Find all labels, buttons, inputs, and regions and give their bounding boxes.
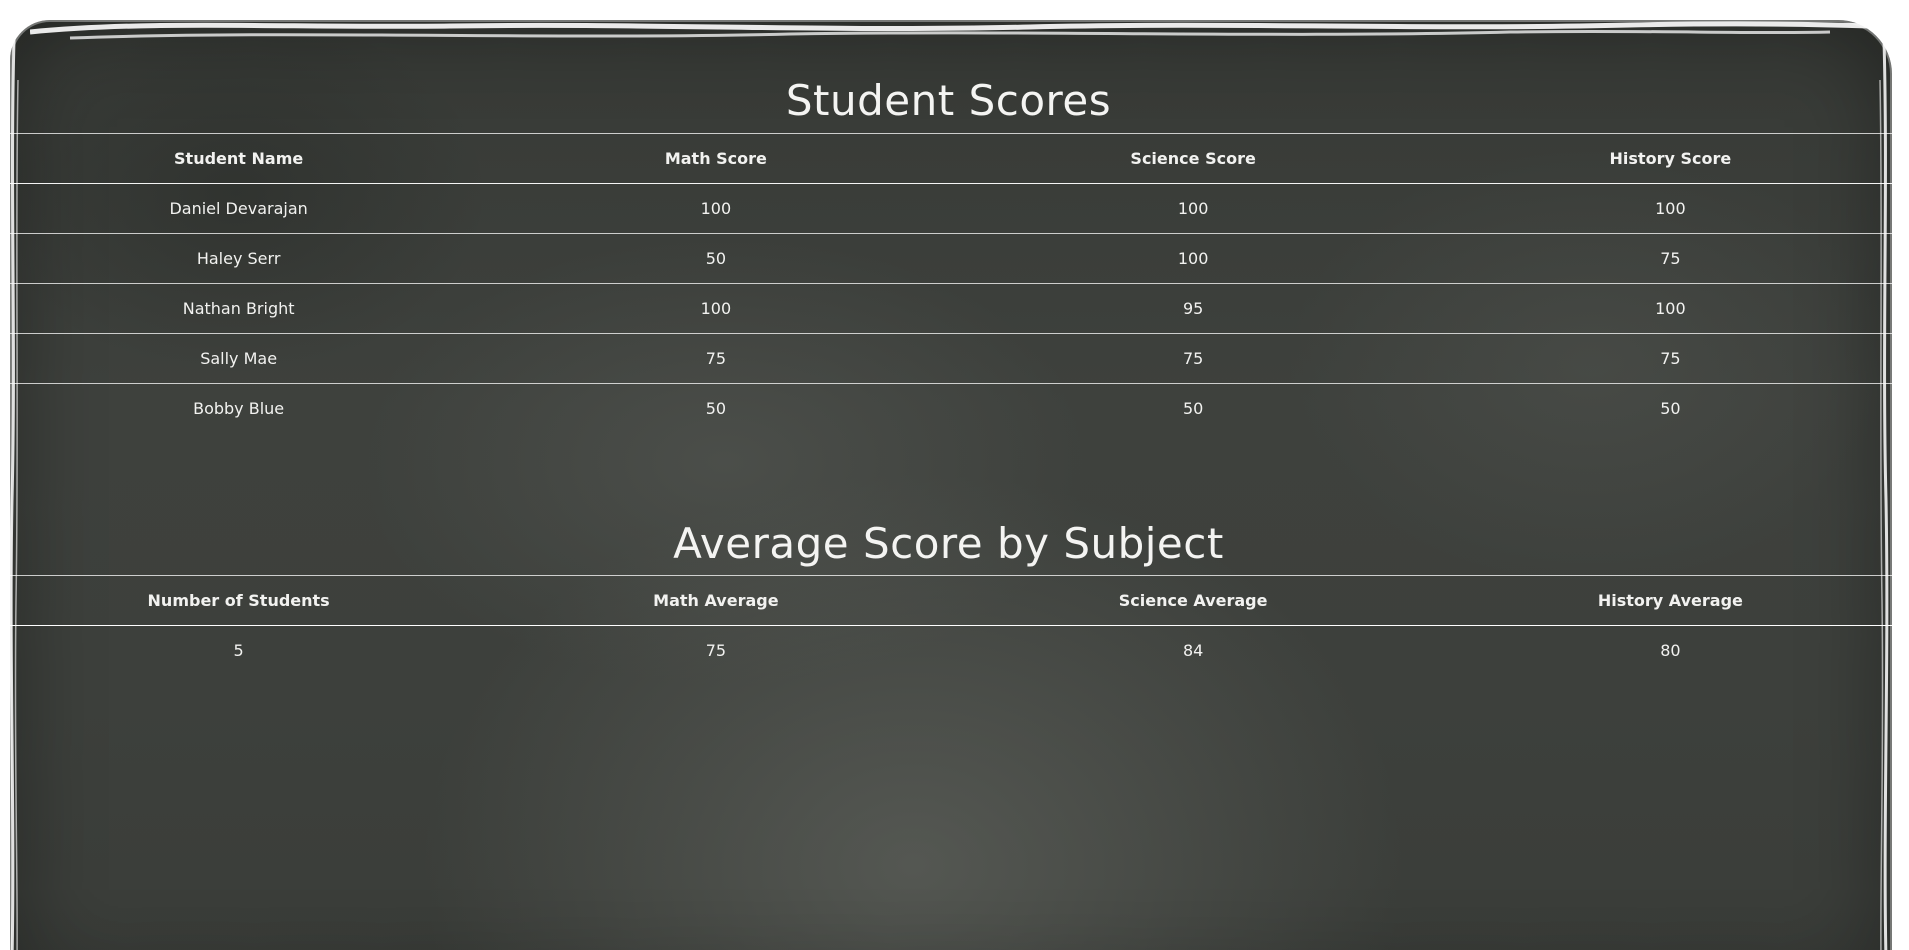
- cell-student-name: Sally Mae: [0, 333, 478, 384]
- table-row: Haley Serr 50 100 75: [0, 233, 1909, 284]
- cell-math-score: 50: [477, 233, 955, 284]
- cell-science-score: 100: [954, 183, 1432, 234]
- cell-math-score: 75: [477, 333, 955, 384]
- cell-math-score: 100: [477, 183, 955, 234]
- table-row: Sally Mae 75 75 75: [0, 333, 1909, 384]
- cell-science-score: 95: [954, 283, 1432, 334]
- cell-student-name: Daniel Devarajan: [0, 183, 478, 234]
- cell-math-score: 50: [705, 399, 727, 418]
- average-score-title: Average Score by Subject: [673, 519, 1224, 568]
- cell-math-score: 100: [477, 283, 955, 334]
- table-row: Daniel Devarajan 100 100 100: [0, 183, 1909, 234]
- page: Student Scores Student Name Math Score S…: [0, 0, 1909, 950]
- cell-science-average: 84: [1182, 641, 1204, 660]
- column-header-history-average: History Average: [1431, 575, 1909, 626]
- table-row: 5 75 84 80: [0, 626, 1909, 676]
- table-row: Nathan Bright 100 95 100: [0, 283, 1909, 334]
- column-header-math-average: Math Average: [477, 575, 955, 626]
- student-scores-title: Student Scores: [785, 76, 1112, 125]
- cell-history-score: 100: [1431, 183, 1909, 234]
- table-header-row: Student Name Math Score Science Score Hi…: [0, 133, 1909, 184]
- cell-history-score: 100: [1431, 283, 1909, 334]
- cell-history-score: 75: [1431, 333, 1909, 384]
- cell-student-name: Nathan Bright: [0, 283, 478, 334]
- cell-number-of-students: 5: [233, 641, 244, 660]
- student-scores-table: Student Name Math Score Science Score Hi…: [0, 133, 1909, 433]
- column-header-history-score: History Score: [1431, 133, 1909, 184]
- cell-math-average: 75: [705, 641, 727, 660]
- column-header-science-score: Science Score: [954, 133, 1432, 184]
- cell-science-score: 100: [954, 233, 1432, 284]
- cell-history-score: 50: [1660, 399, 1681, 418]
- cell-science-score: 75: [954, 333, 1432, 384]
- cell-student-name: Bobby Blue: [193, 399, 285, 418]
- cell-science-score: 50: [1182, 399, 1204, 418]
- cell-history-average: 80: [1660, 641, 1681, 660]
- column-header-science-average: Science Average: [954, 575, 1432, 626]
- column-header-number-of-students: Number of Students: [0, 575, 478, 626]
- column-header-student-name: Student Name: [0, 133, 478, 184]
- average-scores-table: Number of Students Math Average Science …: [0, 575, 1909, 675]
- column-header-math-score: Math Score: [477, 133, 955, 184]
- table-header-row: Number of Students Math Average Science …: [0, 575, 1909, 626]
- table-row: Bobby Blue 50 50 50: [0, 384, 1909, 434]
- cell-history-score: 75: [1431, 233, 1909, 284]
- cell-student-name: Haley Serr: [0, 233, 478, 284]
